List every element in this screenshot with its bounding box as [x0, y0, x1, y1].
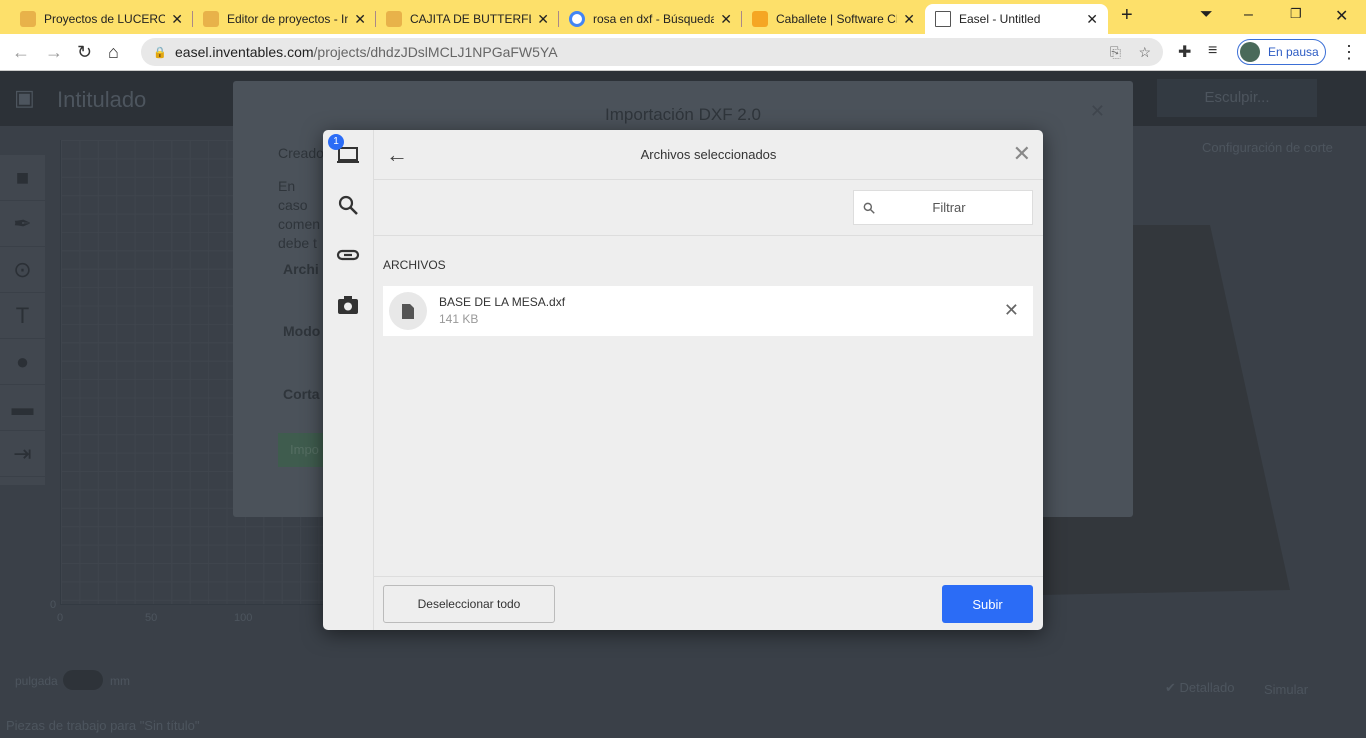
profile-button[interactable]: En pausa [1237, 39, 1326, 65]
file-icon-wrap [389, 292, 427, 330]
file-name: BASE DE LA MESA.dxf [439, 295, 566, 309]
unit-label-mm: mm [110, 674, 130, 688]
browser-tab-active[interactable]: Easel - Untitled ✕ [925, 4, 1108, 34]
simulate-button[interactable]: Simular [1264, 682, 1308, 697]
modal-label: Archi [283, 261, 319, 277]
favicon-icon [203, 11, 219, 27]
filter-input[interactable]: Filtrar [853, 190, 1033, 225]
favicon-icon [20, 11, 36, 27]
close-dialog-icon[interactable]: ✕ [1013, 141, 1031, 167]
search-icon[interactable] [336, 193, 360, 217]
pen-icon[interactable]: ✒ [0, 201, 45, 247]
browser-tab-bar: Proyectos de LUCERO ✕ Editor de proyectos… [0, 0, 1366, 34]
unit-label-inch: pulgada [15, 674, 58, 688]
favicon-icon [752, 11, 768, 27]
text-icon[interactable]: T [0, 293, 45, 339]
easel-logo-icon: ▣ [14, 85, 35, 110]
lock-icon: 🔒 [153, 46, 167, 59]
browser-tab[interactable]: Editor de proyectos - In ✕ [193, 4, 376, 34]
detailed-label: Detallado [1179, 680, 1235, 695]
workpieces-label[interactable]: Piezas de trabajo para "Sin título" [6, 718, 200, 733]
project-title[interactable]: Intitulado [57, 87, 146, 113]
x-tick: 100 [234, 612, 253, 624]
tab-search-icon[interactable]: ⏷ [1200, 6, 1213, 24]
back-icon[interactable]: ← [12, 42, 30, 63]
close-tab-icon[interactable]: ✕ [903, 11, 915, 28]
reload-icon[interactable]: ↻ [77, 42, 92, 63]
unit-toggle[interactable] [63, 670, 103, 690]
link-icon[interactable] [336, 243, 360, 267]
favicon-icon [386, 11, 402, 27]
modal-label: Corta [283, 386, 320, 402]
close-tab-icon[interactable]: ✕ [354, 11, 366, 28]
forward-icon[interactable]: → [45, 42, 63, 63]
modal-title: Importación DXF 2.0 [605, 105, 761, 124]
modal-label: Modo [283, 323, 321, 339]
close-tab-icon[interactable]: ✕ [720, 11, 732, 28]
media-control-icon[interactable]: ≡ [1208, 42, 1217, 60]
y-tick: 0 [50, 599, 57, 611]
browser-tab[interactable]: Caballete | Software CN ✕ [742, 4, 925, 34]
restore-button[interactable]: ❐ [1290, 6, 1302, 22]
google-icon [569, 11, 585, 27]
new-tab-button[interactable]: + [1121, 4, 1133, 27]
point-icon[interactable]: ⊙ [0, 247, 45, 293]
menu-icon[interactable]: ⋮ [1340, 42, 1358, 63]
dialog-title: Archivos seleccionados [640, 147, 777, 162]
close-tab-icon[interactable]: ✕ [537, 11, 549, 28]
extensions-icon[interactable]: ✚ [1178, 42, 1191, 62]
deselect-all-button[interactable]: Deseleccionar todo [383, 585, 555, 623]
tool-palette: ■ ✒ ⊙ T ● ▬ ⇥ [0, 155, 45, 485]
remove-file-icon[interactable]: ✕ [1004, 300, 1019, 321]
file-size: 141 KB [439, 312, 479, 326]
close-tab-icon[interactable]: ✕ [1086, 11, 1098, 28]
browser-tab[interactable]: rosa en dxf - Búsqueda ✕ [559, 4, 742, 34]
translate-icon[interactable]: ⎘ [1110, 44, 1121, 61]
detailed-toggle[interactable]: ✔ Detallado [1165, 680, 1234, 696]
x-tick: 0 [57, 612, 64, 624]
cut-settings-button[interactable]: Configuración de corte [1202, 140, 1333, 155]
apps-icon[interactable]: ▬ [0, 385, 45, 431]
address-bar: ← → ↻ ⌂ 🔒 easel.inventables.com/projects… [0, 34, 1366, 71]
file-icon [402, 304, 414, 319]
modal-text: Creado [278, 145, 324, 161]
apple-icon[interactable]: ● [0, 339, 45, 385]
file-list-item[interactable]: BASE DE LA MESA.dxf 141 KB ✕ [383, 286, 1033, 336]
shapes-icon[interactable]: ■ [0, 155, 45, 201]
url-input[interactable]: 🔒 easel.inventables.com/projects/dhdzJDs… [141, 38, 1163, 66]
camera-icon[interactable] [336, 293, 360, 317]
home-icon[interactable]: ⌂ [108, 42, 119, 63]
filter-placeholder: Filtrar [932, 200, 966, 215]
upload-button[interactable]: Subir [942, 585, 1033, 623]
minimize-button[interactable]: – [1244, 6, 1253, 24]
section-heading: ARCHIVOS [383, 258, 446, 272]
browser-tab[interactable]: CAJITA DE BUTTERFLY ✕ [376, 4, 559, 34]
search-icon [863, 202, 875, 214]
source-sidebar: 1 [323, 130, 374, 630]
modal-text: En caso comen debe t [278, 178, 321, 251]
import-icon[interactable]: ⇥ [0, 431, 45, 477]
selected-count-badge: 1 [328, 134, 344, 150]
close-window-button[interactable]: ✕ [1335, 6, 1348, 26]
easel-icon [935, 11, 951, 27]
bookmark-star-icon[interactable]: ☆ [1138, 44, 1151, 61]
sculpt-button[interactable]: Esculpir... [1157, 79, 1317, 117]
browser-tab[interactable]: Proyectos de LUCERO ✕ [10, 4, 193, 34]
file-picker-dialog: 1 ← Archivos seleccionados ✕ Filtrar ARC… [323, 130, 1043, 630]
close-tab-icon[interactable]: ✕ [171, 11, 183, 28]
x-tick: 50 [145, 612, 158, 624]
close-icon[interactable]: ✕ [1090, 101, 1105, 122]
